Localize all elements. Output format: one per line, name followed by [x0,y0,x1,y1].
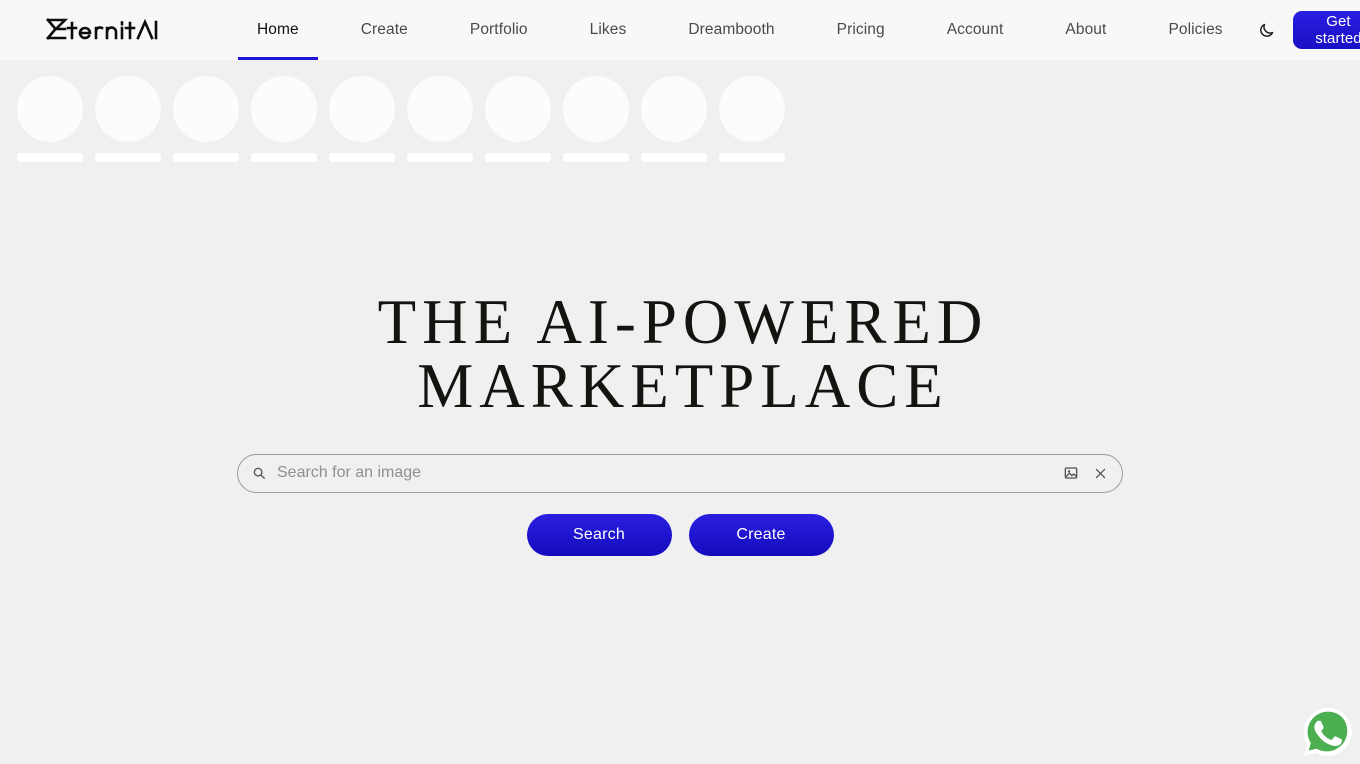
whatsapp-chat-button[interactable] [1300,704,1356,760]
nav-label: About [1065,21,1107,38]
nav-label: Portfolio [469,21,528,38]
skeleton-label [563,153,629,162]
skeleton-item [641,76,707,162]
nav-item-account[interactable]: Account [916,0,1035,60]
skeleton-item [719,76,785,162]
image-icon [1064,467,1078,479]
skeleton-avatar [95,76,161,142]
hero-title-line-1: THE AI-POWERED [377,287,989,357]
category-skeleton-row [0,60,1360,162]
skeleton-item [329,76,395,162]
search-bar[interactable] [237,453,1123,493]
main-nav: Home Create Portfolio Likes Dreambooth P… [226,0,1254,60]
hero-section: THE AI-POWERED MARKETPLACE [0,290,1360,419]
skeleton-label [173,153,239,162]
nav-item-portfolio[interactable]: Portfolio [439,0,559,60]
nav-label: Account [946,21,1004,38]
page-title: THE AI-POWERED MARKETPLACE [0,290,1360,419]
skeleton-label [329,153,395,162]
nav-item-pricing[interactable]: Pricing [806,0,916,60]
skeleton-avatar [329,76,395,142]
theme-toggle-button[interactable] [1254,13,1279,47]
search-input[interactable] [270,454,1061,492]
create-button[interactable]: Create [688,513,834,556]
whatsapp-icon [1304,708,1352,756]
header-actions: Get started [1254,11,1360,49]
nav-label: Policies [1168,21,1223,38]
skeleton-label [485,153,551,162]
skeleton-item [485,76,551,162]
skeleton-item [17,76,83,162]
skeleton-item [95,76,161,162]
clear-search-button[interactable] [1090,463,1110,483]
nav-label: Dreambooth [688,21,775,38]
search-button[interactable]: Search [526,513,672,556]
skeleton-label [251,153,317,162]
hero-actions: Search Create [0,513,1360,556]
skeleton-label [17,153,83,162]
nav-item-about[interactable]: About [1034,0,1137,60]
nav-label: Home [257,21,299,38]
site-header: Home Create Portfolio Likes Dreambooth P… [0,0,1360,60]
nav-item-home[interactable]: Home [226,0,330,60]
skeleton-avatar [563,76,629,142]
skeleton-label [407,153,473,162]
skeleton-item [251,76,317,162]
skeleton-item [563,76,629,162]
moon-icon [1259,23,1273,37]
skeleton-label [95,153,161,162]
hero-title-line-2: MARKETPLACE [417,351,949,422]
skeleton-item [173,76,239,162]
skeleton-avatar [251,76,317,142]
skeleton-avatar [641,76,707,142]
nav-item-policies[interactable]: Policies [1137,0,1253,60]
image-search-button[interactable] [1061,463,1081,483]
skeleton-label [719,153,785,162]
close-icon [1095,468,1105,478]
nav-label: Create [360,21,408,38]
skeleton-avatar [407,76,473,142]
search-icon [248,462,270,484]
skeleton-avatar [485,76,551,142]
search-bar-actions [1061,463,1110,483]
eternitai-wordmark-icon [46,18,158,40]
nav-label: Pricing [836,21,885,38]
skeleton-avatar [173,76,239,142]
nav-label: Likes [589,21,627,38]
skeleton-item [407,76,473,162]
nav-item-dreambooth[interactable]: Dreambooth [657,0,805,60]
get-started-button[interactable]: Get started [1292,11,1360,49]
skeleton-label [641,153,707,162]
skeleton-avatar [17,76,83,142]
logo[interactable] [46,15,158,45]
skeleton-avatar [719,76,785,142]
nav-item-create[interactable]: Create [330,0,439,60]
nav-item-likes[interactable]: Likes [559,0,658,60]
